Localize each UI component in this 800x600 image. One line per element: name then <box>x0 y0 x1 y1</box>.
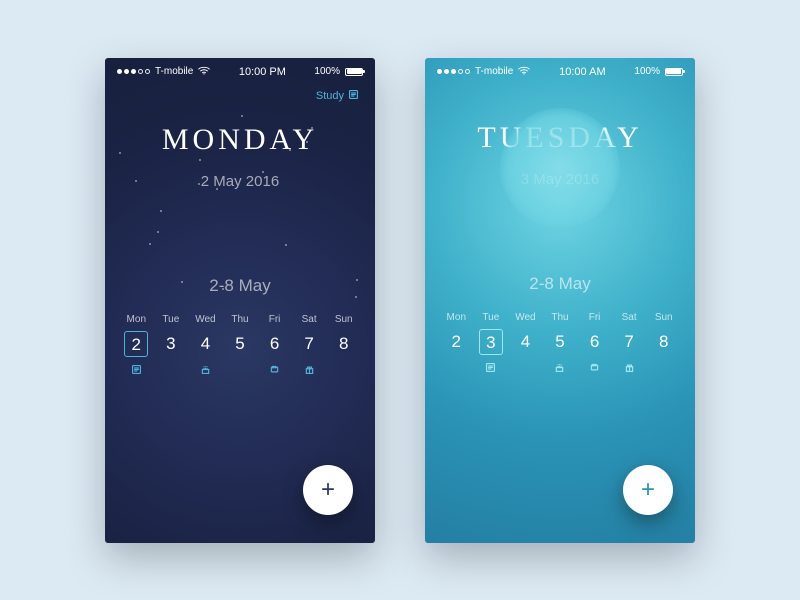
battery-label: 100% <box>314 66 340 77</box>
phone-right: T-mobile 10:00 AM 100% TUESDAY 3 May 201… <box>425 58 695 543</box>
calendar-day[interactable]: 4 <box>201 331 210 357</box>
calendar-day[interactable]: 3 <box>166 331 175 357</box>
day-event-icon <box>474 361 509 375</box>
weekday-label: Tue <box>154 314 189 325</box>
date-line: 3 May 2016 <box>425 171 695 188</box>
day-event-icon <box>439 361 474 375</box>
status-bar: T-mobile 10:00 PM 100% <box>105 58 375 83</box>
note-icon <box>348 89 359 103</box>
day-event-icon <box>119 363 154 377</box>
day-name: TUESDAY <box>425 121 695 155</box>
weekday-label: Thu <box>223 314 258 325</box>
weekday-label: Sun <box>646 312 681 323</box>
day-event-icon <box>577 361 612 375</box>
calendar-day[interactable]: 2 <box>452 329 461 355</box>
add-button[interactable]: + <box>303 465 353 515</box>
weekday-label: Sat <box>292 314 327 325</box>
battery-label: 100% <box>634 66 660 77</box>
calendar-day[interactable]: 6 <box>270 331 279 357</box>
week-grid: MonTueWedThuFriSatSun 2345678 <box>425 312 695 375</box>
day-event-icon <box>508 361 543 375</box>
weekday-label: Wed <box>508 312 543 323</box>
week-range: 2-8 May <box>105 276 375 296</box>
phone-left: T-mobile 10:00 PM 100% Study MONDAY 2 Ma… <box>105 58 375 543</box>
add-button[interactable]: + <box>623 465 673 515</box>
weekday-label: Fri <box>577 312 612 323</box>
carrier-label: T-mobile <box>475 66 513 77</box>
weekday-label: Wed <box>188 314 223 325</box>
carrier-label: T-mobile <box>155 66 193 77</box>
day-event-icon <box>188 363 223 377</box>
calendar-day[interactable]: 3 <box>479 329 503 355</box>
day-event-icon <box>612 361 647 375</box>
day-name: MONDAY <box>105 123 375 157</box>
status-bar: T-mobile 10:00 AM 100% <box>425 58 695 83</box>
day-event-icon <box>257 363 292 377</box>
weekday-label: Thu <box>543 312 578 323</box>
signal-dots-icon <box>117 69 150 74</box>
plus-icon: + <box>321 478 335 502</box>
battery-icon <box>345 68 363 76</box>
date-line: 2 May 2016 <box>105 173 375 190</box>
status-time: 10:00 AM <box>559 66 605 78</box>
weekday-label: Tue <box>474 312 509 323</box>
calendar-day[interactable]: 7 <box>624 329 633 355</box>
day-event-icon <box>154 363 189 377</box>
week-range: 2-8 May <box>425 274 695 294</box>
tag-row: Study <box>105 83 375 103</box>
calendar-day[interactable]: 5 <box>235 331 244 357</box>
weekday-label: Mon <box>119 314 154 325</box>
week-grid: MonTueWedThuFriSatSun 2345678 <box>105 314 375 377</box>
plus-icon: + <box>641 478 655 502</box>
weekday-label: Fri <box>257 314 292 325</box>
day-event-icon <box>292 363 327 377</box>
wifi-icon <box>518 66 530 78</box>
calendar-day[interactable]: 4 <box>521 329 530 355</box>
weekday-label: Sat <box>612 312 647 323</box>
day-event-icon <box>223 363 258 377</box>
wifi-icon <box>198 66 210 78</box>
signal-dots-icon <box>437 69 470 74</box>
weekday-label: Mon <box>439 312 474 323</box>
battery-icon <box>665 68 683 76</box>
tag-label: Study <box>316 90 344 102</box>
day-event-icon <box>326 363 361 377</box>
calendar-day[interactable]: 6 <box>590 329 599 355</box>
calendar-day[interactable]: 5 <box>555 329 564 355</box>
calendar-day[interactable]: 8 <box>339 331 348 357</box>
calendar-day[interactable]: 2 <box>124 331 148 357</box>
day-event-icon <box>646 361 681 375</box>
weekday-label: Sun <box>326 314 361 325</box>
study-tag[interactable]: Study <box>316 89 359 103</box>
day-event-icon <box>543 361 578 375</box>
status-time: 10:00 PM <box>239 66 286 78</box>
calendar-day[interactable]: 7 <box>304 331 313 357</box>
calendar-day[interactable]: 8 <box>659 329 668 355</box>
